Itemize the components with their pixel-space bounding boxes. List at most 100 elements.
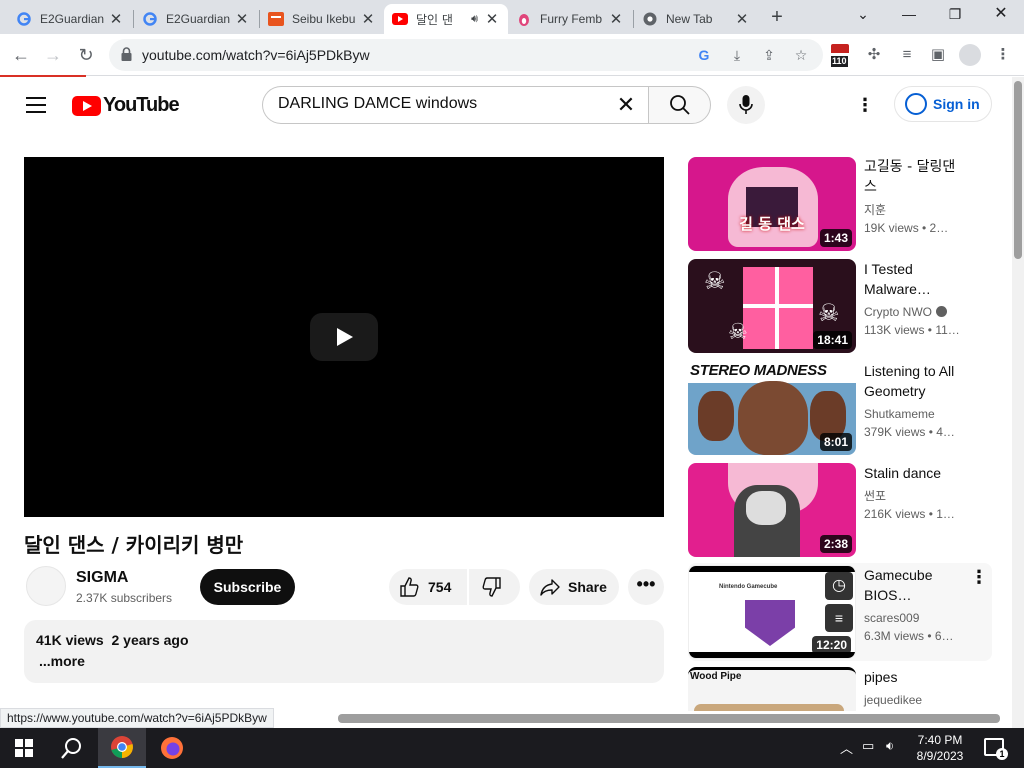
recommendation-item[interactable]: 2:38 Stalin dance 썬포 216K views • 1…: [688, 463, 992, 557]
duration-badge: 8:01: [819, 433, 852, 451]
vertical-scrollbar[interactable]: [1012, 77, 1024, 728]
network-icon[interactable]: ▭: [862, 738, 874, 754]
extensions-puzzle-icon[interactable]: ✣: [864, 45, 884, 65]
sign-in-button[interactable]: Sign in: [894, 86, 992, 122]
skull-icon: ☠: [704, 268, 726, 295]
rec-title[interactable]: pipes: [864, 667, 968, 687]
rec-title[interactable]: Stalin dance: [864, 463, 968, 483]
side-panel-icon[interactable]: ▣: [928, 45, 948, 65]
media-queue-icon[interactable]: ≡: [897, 45, 917, 65]
recommendation-item[interactable]: STEREO MADNESS 8:01 Listening to All Geo…: [688, 361, 992, 455]
close-icon[interactable]: ✕: [360, 10, 376, 28]
rec-channel[interactable]: 썬포: [864, 487, 886, 504]
minimize-button[interactable]: —: [886, 4, 932, 26]
channel-avatar[interactable]: [26, 566, 66, 606]
close-icon[interactable]: ✕: [734, 10, 750, 28]
add-to-queue-icon[interactable]: ≡: [825, 604, 853, 632]
recommendation-item[interactable]: Nintendo Gamecube ◷ ≡ 12:20 Gamecube BIO…: [688, 563, 992, 661]
close-icon[interactable]: ✕: [608, 10, 624, 28]
rec-title[interactable]: Gamecube BIOS…: [864, 565, 968, 605]
clear-search-icon[interactable]: ✕: [612, 91, 640, 119]
like-button[interactable]: 754: [389, 569, 467, 605]
tab-search-chevron-icon[interactable]: ⌄: [840, 4, 886, 26]
tab-e2guardian-1[interactable]: E2Guardian ✕: [8, 4, 132, 34]
video-thumbnail[interactable]: 길 동 댄스 1:43: [688, 157, 856, 251]
settings-menu-icon[interactable]: ⋮: [854, 94, 876, 116]
extension-calendar-icon[interactable]: 110: [831, 44, 851, 67]
speaker-icon[interactable]: 🔊︎: [471, 13, 478, 26]
voice-search-button[interactable]: [727, 86, 765, 124]
search-input[interactable]: [278, 95, 608, 113]
back-button[interactable]: ←: [9, 43, 33, 67]
dislike-button[interactable]: [469, 569, 520, 605]
chrome-icon: [642, 11, 658, 27]
rec-title[interactable]: Listening to All Geometry Das…: [864, 361, 968, 401]
new-tab-button[interactable]: +: [764, 6, 790, 30]
chrome-taskbar-icon[interactable]: [98, 728, 146, 768]
thumbnail-text: Wood Pipe: [690, 671, 742, 682]
close-icon[interactable]: ✕: [108, 10, 124, 28]
rec-channel[interactable]: Shutkameme: [864, 407, 935, 421]
address-bar[interactable]: youtube.com/watch?v=6iAj5PDkByw G ⤓ ⇪ ☆: [109, 39, 823, 71]
profile-avatar-icon[interactable]: [959, 44, 981, 66]
subscriber-count: 2.37K subscribers: [76, 591, 173, 605]
video-thumbnail[interactable]: ☠ ☠ ☠ 18:41: [688, 259, 856, 353]
rec-title[interactable]: 고길동 - 달링댄스: [864, 157, 968, 197]
firefox-taskbar-icon[interactable]: [148, 728, 196, 768]
channel-name[interactable]: SIGMA: [76, 569, 128, 587]
youtube-logo[interactable]: YouTube: [72, 94, 180, 117]
rec-title[interactable]: I Tested Malware…: [864, 259, 968, 299]
recommendation-item[interactable]: Wood Pipe pipes jequedikee: [688, 667, 992, 711]
recommendation-item[interactable]: ☠ ☠ ☠ 18:41 I Tested Malware… Crypto NWO…: [688, 259, 992, 353]
rec-channel[interactable]: 지훈: [864, 201, 886, 218]
google-icon: [142, 11, 158, 27]
show-hidden-icons-chevron[interactable]: ︿: [840, 738, 853, 757]
search-box[interactable]: ✕: [262, 86, 648, 124]
horizontal-scrollbar[interactable]: [338, 714, 1000, 723]
video-thumbnail[interactable]: 2:38: [688, 463, 856, 557]
browser-tab-strip: E2Guardian ✕ E2Guardian ✕ Seibu Ikebu ✕ …: [0, 0, 1024, 34]
rec-channel[interactable]: scares009: [864, 611, 919, 625]
video-thumbnail[interactable]: Wood Pipe: [688, 667, 856, 711]
volume-icon[interactable]: 🔉︎: [886, 738, 894, 754]
install-app-icon[interactable]: ⤓: [728, 46, 746, 64]
hamburger-menu-icon[interactable]: [26, 97, 46, 118]
video-player[interactable]: [24, 157, 664, 517]
recommendation-item[interactable]: 길 동 댄스 1:43 고길동 - 달링댄스 지훈 19K views • 2…: [688, 157, 992, 251]
play-button[interactable]: [310, 313, 378, 361]
rec-channel[interactable]: jequedikee: [864, 693, 922, 707]
rec-views: 6.3M views • 6…: [864, 629, 954, 643]
watch-later-icon[interactable]: ◷: [825, 572, 853, 600]
tab-youtube-active[interactable]: 달인 댄 🔊︎ ✕: [384, 4, 508, 34]
show-more-link[interactable]: ...more: [39, 653, 85, 669]
window-close-button[interactable]: ✕: [978, 4, 1024, 26]
restore-button[interactable]: ❐: [932, 4, 978, 26]
rec-channel[interactable]: Crypto NWO: [864, 305, 948, 319]
bookmark-star-icon[interactable]: ☆: [792, 46, 810, 64]
description-box[interactable]: 41K views 2 years ago ...more: [24, 620, 664, 683]
search-button[interactable]: [648, 86, 711, 124]
share-page-icon[interactable]: ⇪: [760, 46, 778, 64]
clock-time: 7:40 PM: [917, 733, 963, 747]
close-icon[interactable]: ✕: [484, 10, 500, 28]
subscribe-button[interactable]: Subscribe: [200, 569, 295, 605]
rec-more-options-icon[interactable]: ⋮: [970, 567, 988, 588]
scrollbar-thumb[interactable]: [1014, 81, 1022, 259]
lock-icon[interactable]: [121, 47, 132, 66]
video-thumbnail[interactable]: Nintendo Gamecube ◷ ≡ 12:20: [688, 565, 856, 659]
system-clock[interactable]: 7:40 PM 8/9/2023: [910, 732, 970, 764]
close-icon[interactable]: ✕: [234, 10, 250, 28]
share-button[interactable]: Share: [529, 569, 619, 605]
tab-new-tab[interactable]: New Tab ✕: [634, 4, 758, 34]
windows-start-icon[interactable]: [0, 728, 48, 768]
more-actions-icon[interactable]: •••: [628, 569, 664, 605]
tab-furry[interactable]: Furry Femb ✕: [508, 4, 632, 34]
search-icon[interactable]: [48, 728, 96, 768]
tab-seibu[interactable]: Seibu Ikebu ✕: [260, 4, 384, 34]
tab-e2guardian-2[interactable]: E2Guardian ✕: [134, 4, 258, 34]
reload-button[interactable]: ↻: [74, 43, 98, 67]
chrome-menu-icon[interactable]: ⋮: [993, 45, 1013, 65]
forward-button[interactable]: →: [41, 43, 65, 67]
video-thumbnail[interactable]: STEREO MADNESS 8:01: [688, 361, 856, 455]
google-lens-icon[interactable]: G: [695, 46, 713, 64]
